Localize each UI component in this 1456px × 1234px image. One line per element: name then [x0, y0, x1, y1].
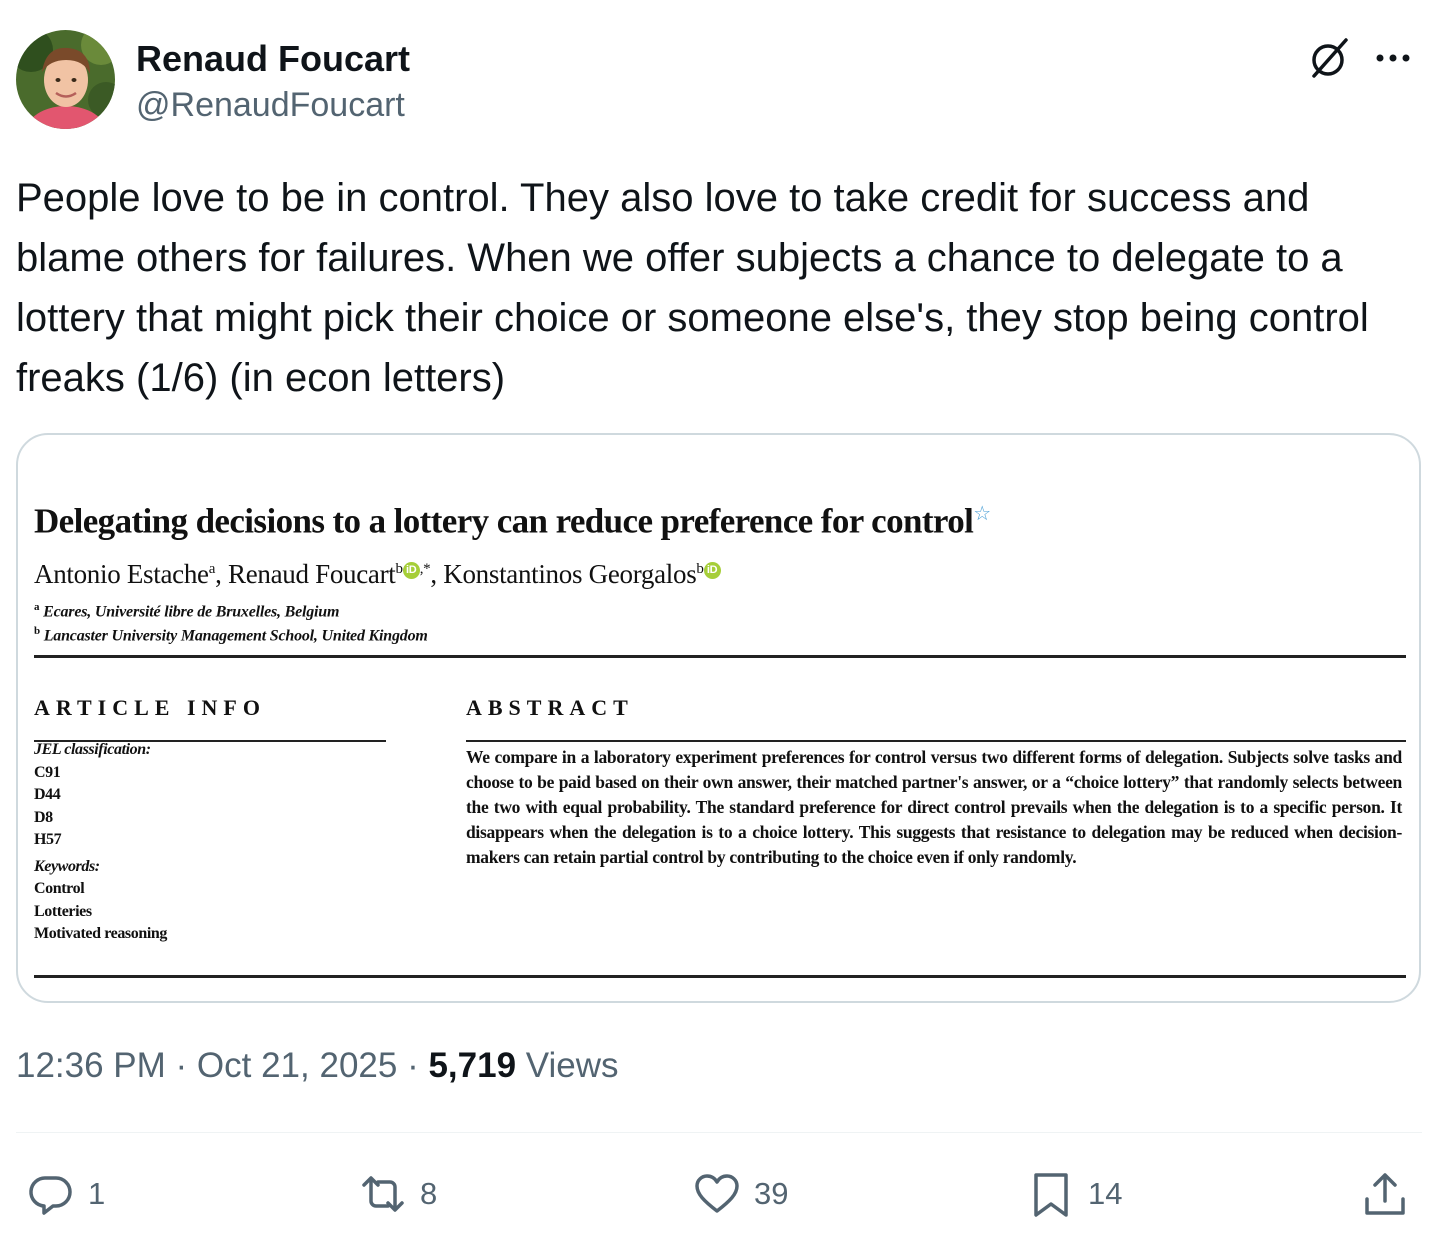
author-3: Konstantinos Georgalos — [443, 559, 697, 589]
keyword: Lotteries — [34, 902, 92, 920]
article-info: JEL classification: C91 D44 D8 H57 Keywo… — [34, 739, 384, 946]
repost-button[interactable]: 8 — [358, 1166, 437, 1222]
keyword: Control — [34, 880, 85, 897]
paper-authors: Antonio Estachea, Renaud Foucartb iD ,*, K… — [34, 559, 721, 590]
like-icon — [695, 1174, 739, 1213]
author-name[interactable]: Renaud Foucart — [136, 38, 410, 80]
affiliation-b: b Lancaster University Management School… — [34, 625, 428, 645]
jel-code: D44 — [34, 786, 61, 803]
keyword: Motivated reasoning — [34, 925, 167, 942]
tweet-image-card[interactable]: Delegating decisions to a lottery can re… — [16, 433, 1421, 1003]
article-info-heading: ARTICLE INFO — [34, 695, 266, 720]
bookmark-icon — [1034, 1173, 1068, 1217]
divider — [34, 975, 1406, 978]
share-button[interactable] — [1360, 1166, 1410, 1222]
reply-button[interactable]: 1 — [26, 1166, 105, 1222]
reply-icon — [29, 1176, 72, 1215]
orcid-icon: iD — [703, 562, 721, 579]
reply-count: 1 — [88, 1176, 106, 1211]
tweet-header: Renaud Foucart @RenaudFoucart — [16, 30, 1422, 130]
orcid-icon: iD — [402, 562, 420, 579]
author-handle[interactable]: @RenaudFoucart — [136, 86, 405, 125]
views-label: Views — [516, 1046, 619, 1085]
author-1: Antonio Estache — [34, 559, 209, 589]
jel-label: JEL classification: — [34, 741, 151, 758]
paper-title: Delegating decisions to a lottery can re… — [34, 501, 991, 541]
views-count: 5,719 — [428, 1046, 517, 1085]
abstract-text: We compare in a laboratory experiment pr… — [466, 747, 1402, 867]
tweet-text: People love to be in control. They also … — [16, 176, 1369, 400]
abstract-heading: ABSTRACT — [466, 695, 634, 720]
affiliation-a: a Ecares, Université libre de Bruxelles,… — [34, 601, 340, 621]
jel-code: C91 — [34, 763, 61, 781]
repost-icon — [362, 1176, 404, 1212]
bookmark-button[interactable]: 14 — [1026, 1166, 1122, 1222]
grok-icon[interactable] — [1306, 34, 1354, 82]
bookmark-count: 14 — [1088, 1176, 1123, 1211]
tweet-date[interactable]: Oct 21, 2025 — [197, 1046, 397, 1085]
paper-screenshot: Delegating decisions to a lottery can re… — [34, 435, 1406, 1001]
tweet-meta: 12:36 PM · Oct 21, 2025 · 5,719 Views — [16, 1046, 619, 1085]
divider — [16, 1132, 1422, 1133]
divider — [34, 655, 1406, 658]
repost-count: 8 — [420, 1176, 438, 1211]
divider — [466, 740, 1406, 742]
jel-code: H57 — [34, 831, 62, 848]
jel-code: D8 — [34, 808, 53, 826]
more-icon[interactable] — [1368, 34, 1418, 82]
keywords-label: Keywords: — [34, 857, 100, 875]
like-button[interactable]: 39 — [692, 1166, 788, 1222]
tweet-time[interactable]: 12:36 PM — [16, 1046, 166, 1085]
share-icon — [1365, 1173, 1405, 1215]
author-2: Renaud Foucart — [227, 559, 396, 589]
like-count: 39 — [754, 1176, 789, 1211]
title-star-icon: ☆ — [973, 503, 991, 525]
avatar[interactable] — [16, 30, 115, 129]
